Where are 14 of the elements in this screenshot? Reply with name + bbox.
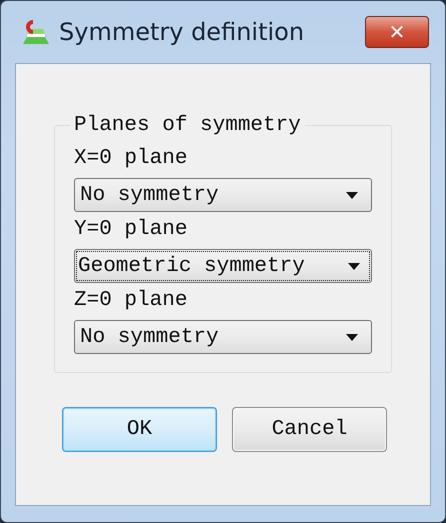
cancel-button[interactable]: Cancel	[232, 407, 387, 452]
symmetry-dropdown[interactable]: No symmetry	[74, 320, 372, 354]
close-button[interactable]: ✕	[365, 16, 429, 48]
field-label: Y=0 plane	[74, 218, 188, 241]
ok-button[interactable]: OK	[62, 407, 217, 452]
field-label: Z=0 plane	[74, 289, 188, 312]
symmetry-dropdown[interactable]: No symmetry	[74, 178, 372, 212]
dropdown-arrow-icon	[348, 262, 360, 270]
group-title: Planes of symmetry	[73, 114, 302, 137]
field-label: X=0 plane	[74, 147, 188, 170]
window-title: Symmetry definition	[59, 18, 306, 46]
dropdown-arrow-icon	[346, 192, 358, 198]
dropdown-arrow-icon	[346, 334, 358, 340]
symmetry-dropdown[interactable]: Geometric symmetry	[74, 249, 372, 283]
